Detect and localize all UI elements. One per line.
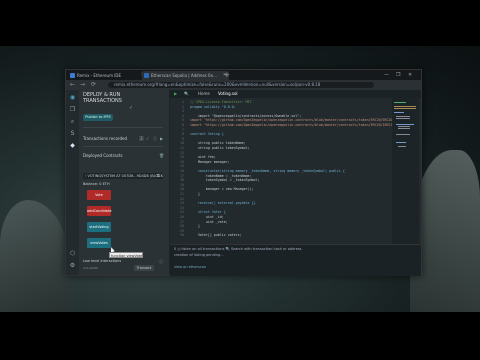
etherscan-link[interactable]: view on etherscan (174, 265, 206, 269)
code-line[interactable]: string public tokenSymbol; (190, 146, 250, 150)
terminal-log-line: creation of Voting pending... (174, 253, 224, 257)
code-line[interactable]: contract Voting { (190, 132, 224, 136)
transactions-recorded-label[interactable]: Transactions recorded (83, 136, 127, 141)
view-votes-button[interactable]: viewVotes (87, 238, 111, 248)
deployed-contracts-label: Deployed Contracts (83, 153, 123, 158)
terminal-panel: 0 ◎ listen on all transactions 🔍 Search … (170, 244, 421, 276)
compiler-icon[interactable]: S (69, 130, 76, 137)
save-icon[interactable]: ✓ (146, 136, 149, 141)
code-line[interactable]: pragma solidity ^0.8.0; (190, 105, 236, 109)
calldata-label: CALLDATA (83, 266, 99, 270)
new-tab-button[interactable]: + (224, 70, 230, 80)
remix-icon-panel: ◉ ❐ ⌕ S ◆ ⬡ ⚙ (66, 90, 79, 275)
divider (83, 146, 163, 147)
back-button[interactable]: ← (70, 80, 75, 90)
deployed-contract-item[interactable]: › VOTINGSYSTEM AT 0X7D6...9D4D8 (BLOCKCH… (83, 173, 163, 179)
zoom-icon[interactable]: 🔍 (184, 90, 189, 98)
vote-button[interactable]: Vote (87, 190, 111, 200)
start-voting-button[interactable]: startVoting (87, 222, 111, 232)
browser-tab-bar: Remix - Ethereum IDE ✕ Etherscan Sepolia… (66, 70, 421, 80)
trash-icon[interactable]: 🗑 (159, 153, 164, 158)
minimap[interactable] (392, 98, 419, 244)
deploy-run-panel: DEPLOY & RUN TRANSACTIONS ✓ Publish to I… (79, 90, 169, 275)
info-icon[interactable]: ⓘ (153, 136, 157, 142)
play-icon[interactable]: ▶ (160, 136, 163, 141)
code-line[interactable]: Manager manager; (190, 160, 230, 164)
code-line[interactable]: } (190, 192, 200, 196)
tooltip: function viewVotes() view (109, 252, 143, 258)
plugin-icon[interactable]: ⬡ (69, 250, 76, 257)
remix-logo-icon[interactable]: ◉ (69, 94, 76, 101)
code-line[interactable]: tokenSymbol = _tokenSymbol; (190, 178, 260, 182)
code-line[interactable]: } (190, 224, 200, 228)
settings-icon[interactable]: ⚙ (69, 262, 76, 269)
line-number: 30 (180, 233, 184, 238)
tab-home[interactable]: Home (198, 90, 210, 98)
tab-label: Remix - Ethereum IDE (77, 73, 122, 78)
balance-label: Balance: 0 ETH (83, 182, 110, 186)
run-script-icon[interactable]: ▶ (174, 90, 177, 98)
deploy-icon[interactable]: ◆ (69, 142, 76, 149)
info-icon[interactable]: ⓘ (159, 259, 163, 265)
address-bar: ← → ⟳ remix.ethereum.org/#lang=en&optimi… (66, 80, 421, 90)
forward-button[interactable]: → (80, 80, 85, 90)
file-explorer-icon[interactable]: ❐ (69, 106, 76, 113)
search-icon[interactable]: ⌕ (69, 118, 76, 125)
code-line[interactable]: import "https://github.com/OpenZeppelin/… (190, 123, 406, 127)
remix-favicon-icon (70, 73, 75, 78)
reload-button[interactable]: ⟳ (91, 80, 96, 90)
browser-window: Remix - Ethereum IDE ✕ Etherscan Sepolia… (65, 69, 422, 276)
close-window-button[interactable]: ✕ (408, 70, 412, 80)
divider (83, 127, 163, 128)
code-line[interactable]: Voter[] public voters; (190, 233, 242, 237)
tab-label: Etherscan Sepolia | Address 0x… (151, 73, 217, 78)
code-area[interactable]: 1// SPDX-License-Identifier: MIT 2 pragma … (170, 98, 406, 244)
tab-voting-sol[interactable]: Voting.sol (218, 90, 238, 98)
code-editor: ▶ 🔍 Home Voting.sol 1// SPDX-License-Ide… (170, 90, 421, 276)
publish-ipfs-button[interactable]: Publish to IPFS (83, 114, 113, 121)
browser-tab-remix[interactable]: Remix - Ethereum IDE ✕ (68, 71, 147, 80)
low-level-label: Low level interactions (83, 259, 122, 263)
browser-tab-etherscan[interactable]: Etherscan Sepolia | Address 0x… ✕ (142, 71, 229, 80)
url-input[interactable]: remix.ethereum.org/#lang=en&optimize=fal… (108, 82, 374, 88)
check-icon: ✓ (129, 105, 134, 111)
maximize-button[interactable]: ❐ (396, 70, 400, 80)
editor-tab-bar: ▶ 🔍 Home Voting.sol (170, 90, 421, 98)
terminal-toolbar[interactable]: 0 ◎ listen on all transactions 🔍 Search … (174, 247, 302, 251)
copy-icon[interactable]: ⧉ (157, 173, 160, 178)
add-candidate-button[interactable]: addCandidate (87, 206, 111, 216)
panel-title: DEPLOY & RUN TRANSACTIONS (83, 92, 122, 104)
transact-button[interactable]: Transact (134, 265, 154, 271)
tx-count-badge: 3 (139, 136, 144, 141)
minimize-button[interactable]: — (384, 70, 389, 80)
code-line[interactable]: receive() external payable {} (190, 201, 256, 205)
etherscan-favicon-icon (144, 73, 149, 78)
